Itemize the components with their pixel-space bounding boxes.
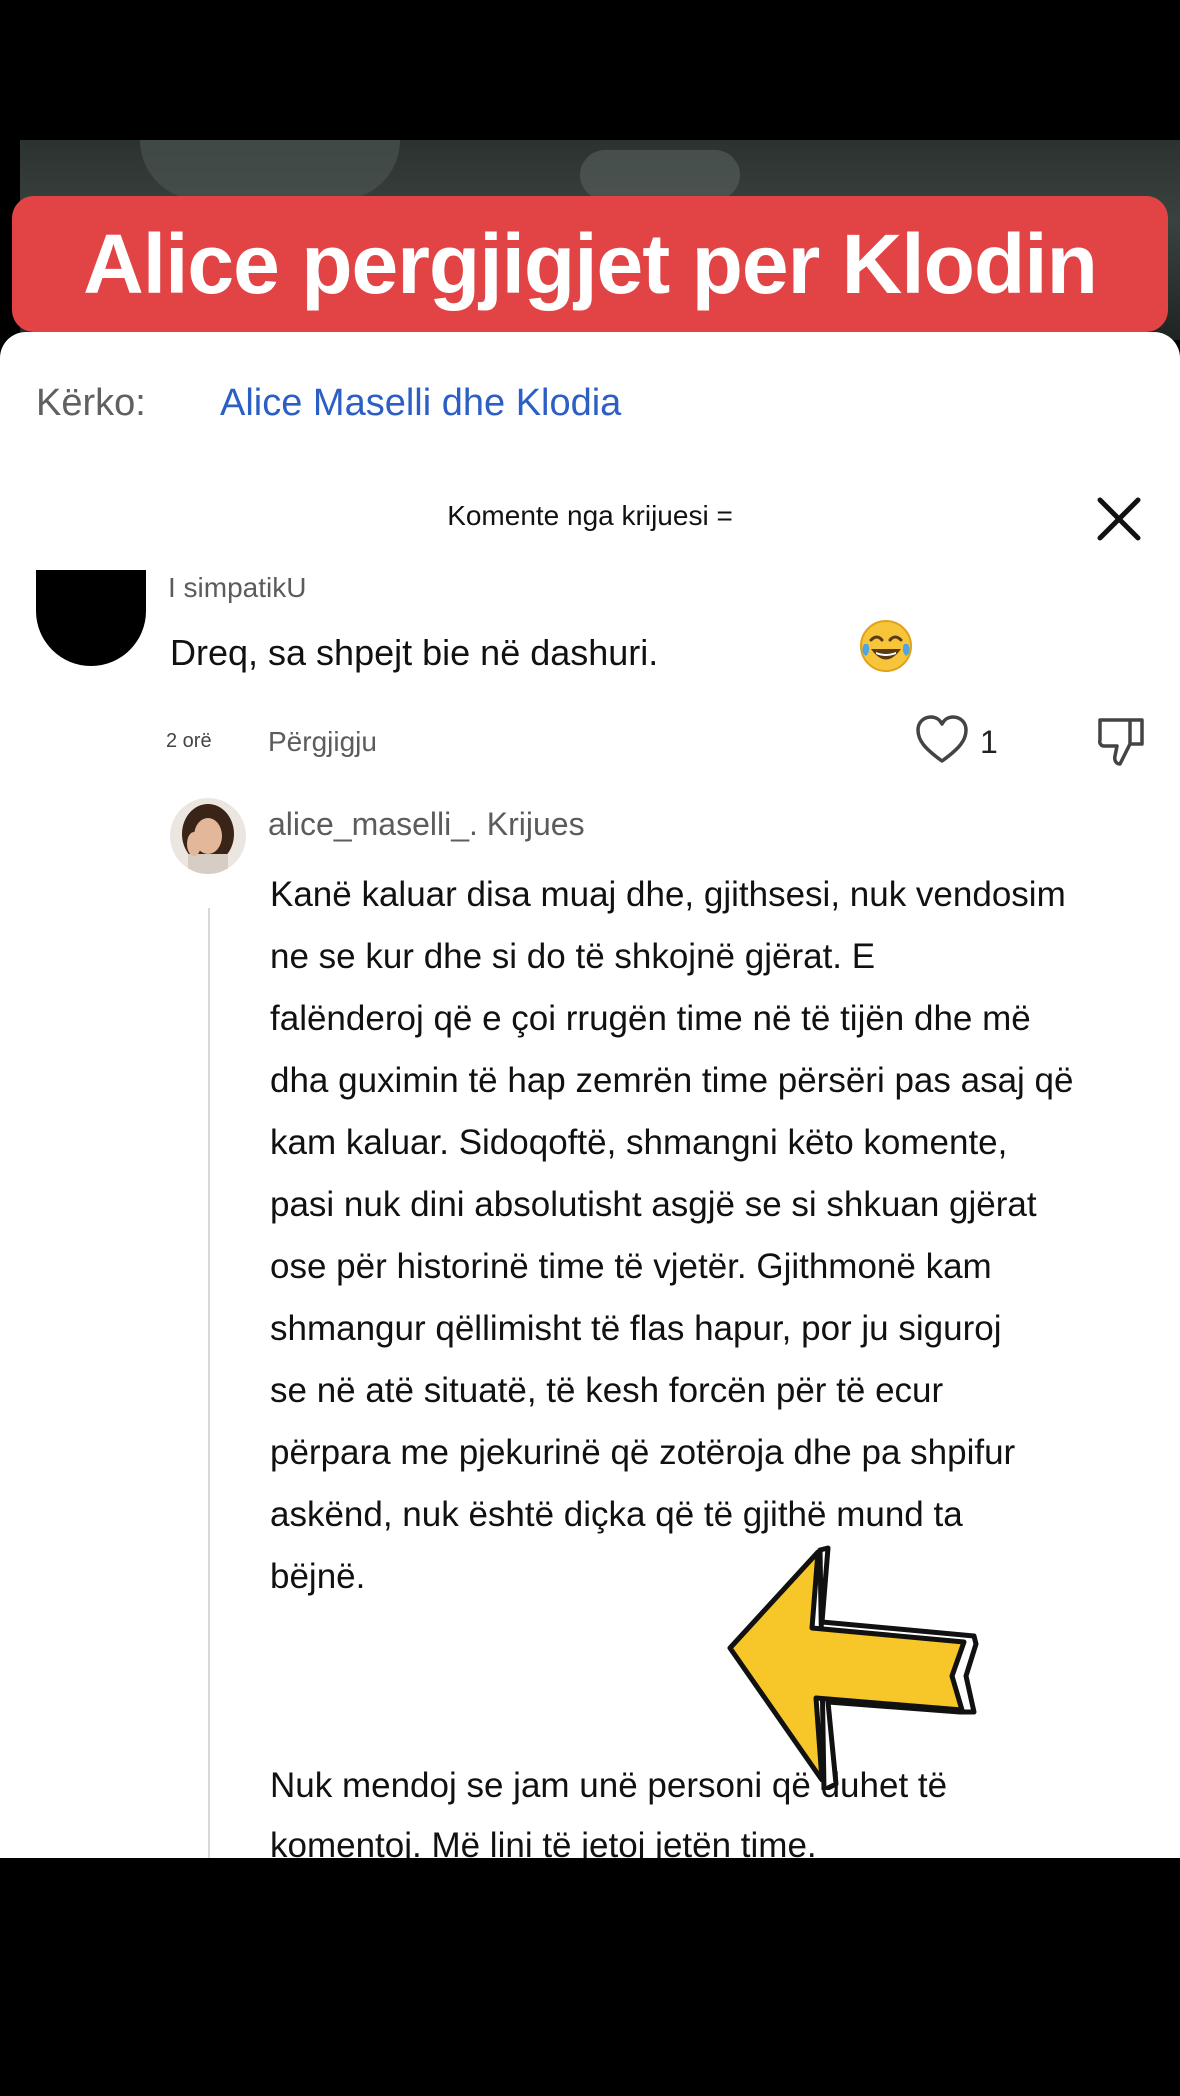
title-banner: Alice pergjigjet per Klodin <box>12 196 1168 332</box>
creator-avatar[interactable] <box>170 798 246 874</box>
reply-button[interactable]: Përgjigju <box>268 726 377 758</box>
comment-username[interactable]: I simpatikU <box>168 572 306 604</box>
comment-text: Dreq, sa shpejt bie në dashuri. <box>170 632 659 673</box>
thumbs-down-icon[interactable] <box>1094 714 1150 770</box>
search-query-link[interactable]: Alice Maselli dhe Klodia <box>220 382 621 425</box>
creator-username[interactable]: alice_maselli_. Krijues <box>268 806 585 843</box>
face-with-tears-of-joy-icon <box>860 620 912 672</box>
close-icon[interactable] <box>1092 492 1146 546</box>
avatar[interactable] <box>36 570 146 666</box>
search-label: Kërko: <box>36 382 146 424</box>
heart-icon[interactable] <box>914 714 970 766</box>
comment-meta-row: 2 orë Përgjigju 1 <box>0 714 1180 774</box>
like-count: 1 <box>980 724 998 760</box>
search-row[interactable]: Kërko: Alice Maselli dhe Klodia <box>36 382 621 425</box>
comments-header: Komente nga krijuesi = <box>447 500 733 531</box>
creator-photo <box>170 798 246 874</box>
video-blur-shape <box>580 150 740 200</box>
comment-time: 2 orë <box>166 730 212 752</box>
reply-text: Kanë kaluar disa muaj dhe, gjithsesi, nu… <box>270 875 1074 1596</box>
reply-text-continued: Nuk mendoj se jam unë personi që duhet t… <box>270 1766 948 1858</box>
arrow-pointer-icon <box>727 1545 979 1790</box>
video-blur-shape <box>140 140 400 200</box>
comments-sheet: Kërko: Alice Maselli dhe Klodia Komente … <box>0 332 1180 1858</box>
thread-line <box>208 908 210 1858</box>
